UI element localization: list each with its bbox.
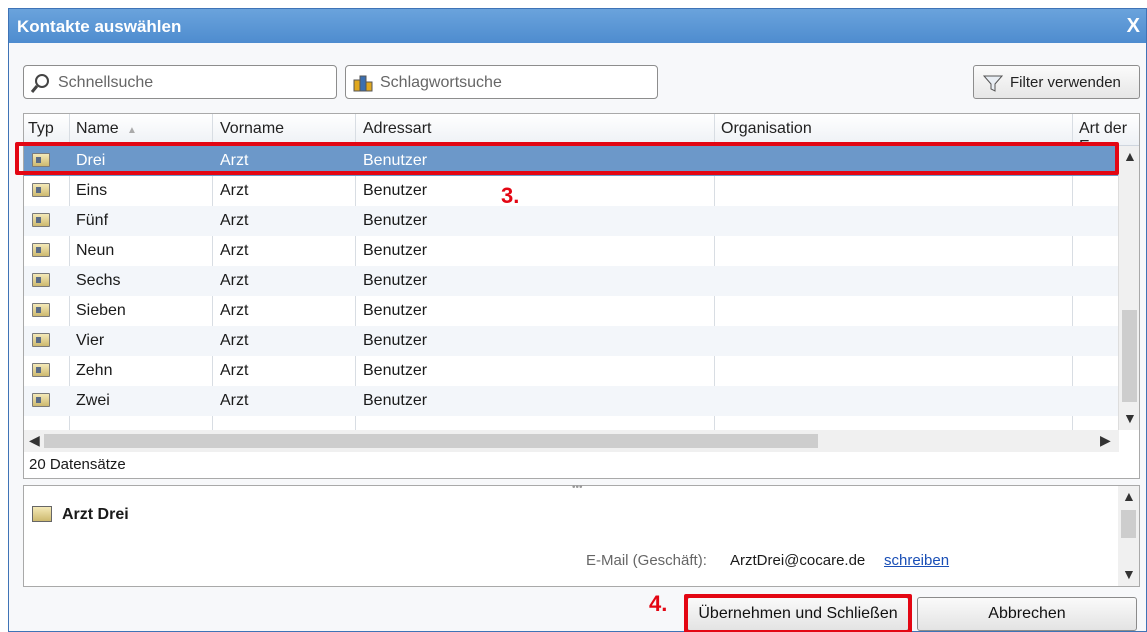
annotation-highlight-row <box>15 142 1119 175</box>
table-row[interactable]: Sieben Arzt Benutzer <box>24 296 1119 326</box>
contact-card-icon <box>32 183 50 197</box>
contact-card-icon <box>32 333 50 347</box>
column-adressart[interactable]: Adressart <box>363 120 431 138</box>
email-write-link[interactable]: schreiben <box>884 552 949 569</box>
cancel-button[interactable]: Abbrechen <box>917 597 1137 631</box>
scrollbar-thumb[interactable] <box>44 434 818 448</box>
cell-vorname: Arzt <box>220 332 249 349</box>
cell-vorname: Arzt <box>220 212 249 229</box>
table-vertical-scrollbar[interactable]: ▲ ▼ <box>1118 146 1139 430</box>
cell-vorname: Arzt <box>220 272 249 289</box>
cell-vorname: Arzt <box>220 392 249 409</box>
email-label: E-Mail (Geschäft): <box>586 552 707 569</box>
column-typ[interactable]: Typ <box>28 120 54 138</box>
cell-vorname: Arzt <box>220 182 249 199</box>
sort-ascending-icon: ▲ <box>127 125 137 136</box>
table-row[interactable]: Zwei Arzt Benutzer <box>24 386 1119 416</box>
table-horizontal-scrollbar[interactable]: ◀ ▶ <box>24 430 1119 452</box>
contact-card-icon <box>32 273 50 287</box>
funnel-icon <box>982 75 1004 92</box>
scrollbar-thumb[interactable] <box>1121 510 1136 538</box>
cell-name: Zwei <box>76 392 110 409</box>
scroll-down-icon[interactable]: ▼ <box>1123 410 1137 426</box>
scroll-left-icon[interactable]: ◀ <box>29 432 40 449</box>
cell-name: Neun <box>76 242 115 259</box>
contact-picker-dialog: Kontakte auswählen X Schnellsuche Schlag… <box>8 8 1147 632</box>
annotation-highlight-button <box>684 594 912 632</box>
cell-name: Fünf <box>76 212 109 229</box>
quick-search-input[interactable]: Schnellsuche <box>23 65 337 99</box>
cell-name: Vier <box>76 332 105 349</box>
cell-name: Sechs <box>76 272 121 289</box>
tag-icon <box>353 75 373 92</box>
column-organisation[interactable]: Organisation <box>721 120 812 138</box>
cell-adressart: Benutzer <box>363 272 428 289</box>
annotation-step-3: 3. <box>501 183 520 208</box>
contact-card-icon <box>32 393 50 407</box>
contact-card-icon <box>32 303 50 317</box>
details-vertical-scrollbar[interactable]: ▲ ▼ <box>1118 486 1139 586</box>
cell-adressart: Benutzer <box>363 332 428 349</box>
contact-details-panel: ••• Arzt Drei E-Mail (Geschäft): ArztDre… <box>23 482 1140 587</box>
cell-vorname: Arzt <box>220 242 249 259</box>
cell-vorname: Arzt <box>220 362 249 379</box>
tag-search-input[interactable]: Schlagwortsuche <box>345 65 658 99</box>
tag-search-placeholder: Schlagwortsuche <box>380 74 502 91</box>
cell-adressart: Benutzer <box>363 212 428 229</box>
cell-adressart: Benutzer <box>363 362 428 379</box>
close-button[interactable]: X <box>1127 15 1140 38</box>
scroll-up-icon[interactable]: ▲ <box>1123 148 1137 164</box>
contact-card-icon <box>32 213 50 227</box>
contact-card-icon <box>32 506 52 522</box>
cell-name: Eins <box>76 182 108 199</box>
dialog-title: Kontakte auswählen <box>17 17 182 36</box>
scrollbar-thumb[interactable] <box>1122 310 1137 402</box>
title-bar: Kontakte auswählen X <box>9 9 1146 43</box>
cell-adressart: Benutzer <box>363 242 428 259</box>
email-value: ArztDrei@cocare.de <box>730 552 866 569</box>
contact-card-icon <box>32 363 50 377</box>
search-icon <box>30 74 49 93</box>
contact-card-icon <box>32 243 50 257</box>
table-row[interactable]: Zehn Arzt Benutzer <box>24 356 1119 386</box>
record-count: 20 Datensätze <box>29 456 126 473</box>
cell-name: Sieben <box>76 302 126 319</box>
column-name[interactable]: Name <box>76 120 119 138</box>
column-vorname[interactable]: Vorname <box>220 120 284 138</box>
filter-button-label: Filter verwenden <box>1010 74 1121 91</box>
annotation-step-4: 4. <box>649 591 668 616</box>
quick-search-placeholder: Schnellsuche <box>58 74 154 91</box>
cell-adressart: Benutzer <box>363 182 428 199</box>
cell-vorname: Arzt <box>220 302 249 319</box>
table-row[interactable]: Vier Arzt Benutzer <box>24 326 1119 356</box>
cell-adressart: Benutzer <box>363 392 428 409</box>
splitter-grip[interactable]: ••• <box>572 482 583 493</box>
cell-name: Zehn <box>76 362 113 379</box>
scroll-right-icon[interactable]: ▶ <box>1100 432 1111 449</box>
cell-adressart: Benutzer <box>363 302 428 319</box>
table-row[interactable]: Neun Arzt Benutzer <box>24 236 1119 266</box>
filter-button[interactable]: Filter verwenden <box>973 65 1140 99</box>
table-row[interactable]: Fünf Arzt Benutzer <box>24 206 1119 236</box>
contact-name: Arzt Drei <box>62 506 129 523</box>
scroll-up-icon[interactable]: ▲ <box>1122 488 1136 504</box>
table-row[interactable]: Eins Arzt Benutzer <box>24 176 1119 206</box>
scroll-down-icon[interactable]: ▼ <box>1122 566 1136 582</box>
table-row[interactable]: Sechs Arzt Benutzer <box>24 266 1119 296</box>
